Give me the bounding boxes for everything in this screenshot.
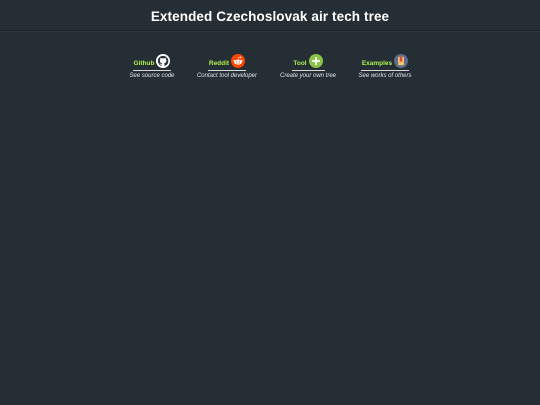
tool-underline (291, 70, 325, 71)
plus-icon[interactable] (308, 53, 323, 68)
reddit-underline (208, 70, 246, 71)
examples-underline (361, 70, 409, 71)
tool-link-label[interactable]: Tool (293, 60, 306, 67)
github-link-description: See source code (129, 73, 175, 79)
reddit-link-label[interactable]: Reddit (209, 60, 229, 67)
examples-link-description: See works of others (358, 73, 412, 79)
examples-link-label[interactable]: Examples (362, 60, 392, 67)
tool-link[interactable]: Tool Create your own tree (273, 52, 343, 79)
github-link-label[interactable]: Github (134, 60, 155, 67)
tool-link-description: Create your own tree (279, 73, 337, 79)
header-bar: Extended Czechoslovak air tech tree (0, 0, 540, 31)
github-link-row[interactable]: Github (134, 52, 171, 69)
tool-link-row[interactable]: Tool (293, 52, 323, 69)
reddit-link[interactable]: Reddit Contact tool developer (190, 52, 264, 79)
reddit-icon[interactable] (231, 53, 246, 68)
page-title: Extended Czechoslovak air tech tree (150, 8, 390, 24)
reddit-link-row[interactable]: Reddit (209, 52, 246, 69)
examples-link-row[interactable]: Examples (362, 52, 409, 69)
reddit-link-description: Contact tool developer (196, 73, 258, 79)
page: Extended Czechoslovak air tech tree Gith… (0, 0, 540, 405)
github-link[interactable]: Github See source code (123, 52, 181, 79)
github-underline (133, 70, 171, 71)
github-icon[interactable] (156, 53, 171, 68)
examples-link[interactable]: Examples See works of others (352, 52, 418, 79)
bookmark-icon[interactable] (394, 53, 409, 68)
